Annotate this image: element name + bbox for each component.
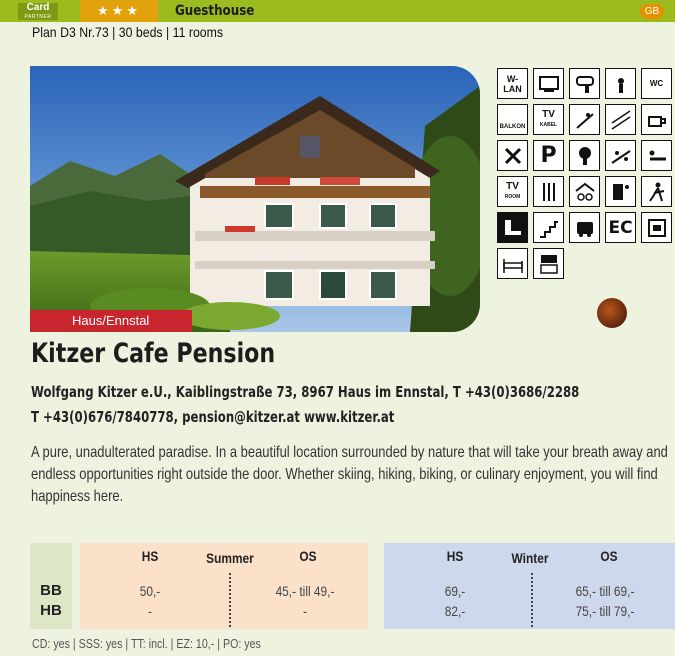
garden-icon [569, 140, 600, 171]
summer-hs-bb: 50,- [139, 583, 161, 599]
category-label: Guesthouse [175, 3, 255, 19]
price-table: HS Summer OS HS Winter OS BB 50,- 45,- t… [0, 543, 675, 629]
plan-info: Plan D3 Nr.73 | 30 beds | 11 rooms [32, 24, 224, 40]
hiking-icon [641, 176, 672, 207]
summer-hs-hb: - [148, 603, 152, 619]
playground-icon [605, 140, 636, 171]
cable-tv-icon: TV KABEL [533, 104, 564, 135]
winter-hs-bb: 69,- [444, 583, 466, 599]
ski-icon [569, 104, 600, 135]
kitchenette-icon [533, 248, 564, 279]
winter-divider [531, 573, 533, 627]
fitness-icon [605, 176, 636, 207]
balcony-icon: BALKON [497, 104, 528, 135]
summer-hs-header: HS [141, 548, 159, 564]
sauna-icon [641, 140, 672, 171]
safe-icon [641, 212, 672, 243]
club-logo-icon [597, 298, 627, 328]
accessible-icon [497, 212, 528, 243]
stairs-icon [533, 212, 564, 243]
cutlery-icon [497, 140, 528, 171]
winter-os-header: OS [600, 548, 618, 564]
address-line-1: Wolfgang Kitzer e.U., Kaiblingstraße 73,… [31, 383, 580, 401]
bus-stop-icon [569, 212, 600, 243]
row-label-bb: BB [40, 582, 62, 599]
language-badge[interactable]: GB [640, 4, 664, 19]
hairdryer-icon [569, 68, 600, 99]
star-rating: ★★★ [80, 0, 158, 22]
winter-season-header: Winter [511, 550, 549, 566]
winter-hs-hb: 82,- [444, 603, 466, 619]
parking-icon: P [533, 140, 564, 171]
card-partner-logo: Card PARTNER [18, 3, 58, 20]
tv-icon [533, 68, 564, 99]
footer-info: CD: yes | SSS: yes | TT: incl. | EZ: 10,… [32, 636, 261, 651]
restaurant-icon [641, 104, 672, 135]
row-label-hb: HB [40, 602, 62, 619]
summer-os-bb: 45,- till 49,- [275, 583, 335, 599]
winter-os-hb: 75,- till 79,- [575, 603, 635, 619]
summer-divider [229, 573, 231, 627]
winter-os-bb: 65,- till 69,- [575, 583, 635, 599]
ski-storage-icon [533, 176, 564, 207]
description: A pure, unadulterated paradise. In a bea… [31, 444, 668, 505]
card-sub-label: PARTNER [24, 14, 52, 20]
card-label: Card [26, 2, 50, 13]
shower-icon [605, 68, 636, 99]
header-bar: Card PARTNER ★★★ Guesthouse GB [0, 0, 675, 22]
winter-hs-header: HS [446, 548, 464, 564]
wlan-icon: W-LAN [497, 68, 528, 99]
summer-os-hb: - [303, 603, 307, 619]
address-line-2[interactable]: T +43(0)676/7840778, pension@kitzer.at w… [31, 408, 394, 426]
summer-os-header: OS [299, 548, 317, 564]
cross-country-icon [605, 104, 636, 135]
wc-icon: WC [641, 68, 672, 99]
summer-season-header: Summer [206, 550, 254, 566]
location-tag: Haus/Ennstal [30, 310, 192, 332]
property-photo [30, 66, 480, 332]
property-title: Kitzer Cafe Pension [31, 338, 276, 369]
ec-card-icon: EC [605, 212, 636, 243]
tv-room-icon: TV ROOM [497, 176, 528, 207]
bike-storage-icon [569, 176, 600, 207]
bed-icon [497, 248, 528, 279]
